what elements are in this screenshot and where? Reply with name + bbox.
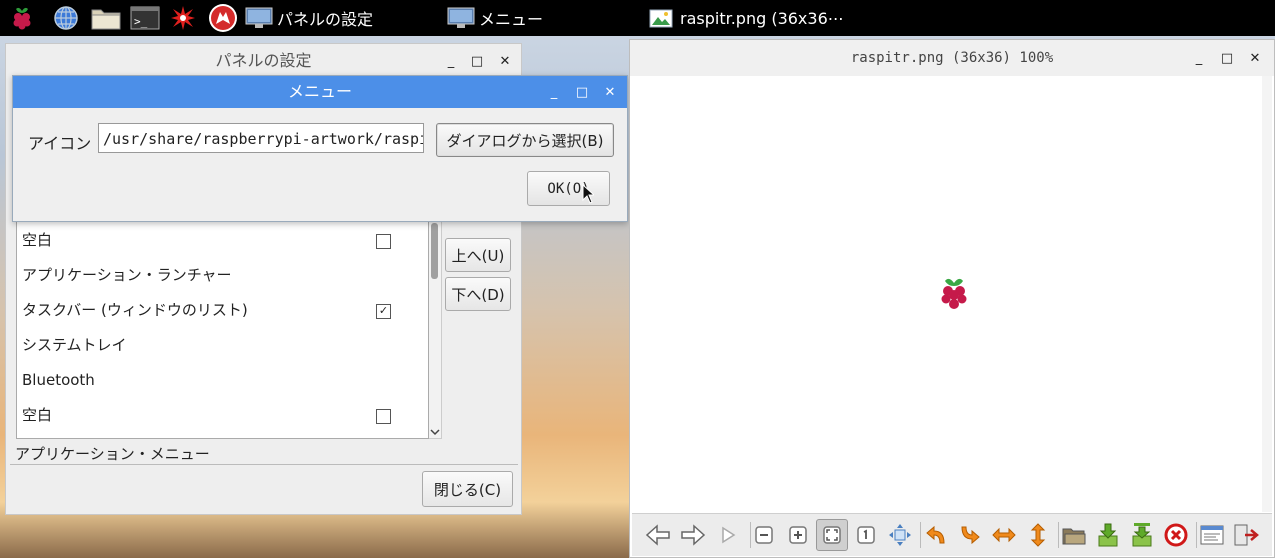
quit-icon[interactable] — [1230, 519, 1262, 551]
minimize-icon: _ — [550, 84, 558, 100]
minimize-button[interactable]: _ — [544, 82, 564, 102]
window-title: raspitr.png (36x36) 100% — [630, 40, 1274, 76]
icon-field-label: アイコン — [28, 134, 92, 153]
move-up-button[interactable]: 上へ(U) — [445, 238, 511, 272]
chevron-down-icon[interactable] — [430, 428, 440, 436]
open-file-icon[interactable] — [1058, 519, 1090, 551]
task-menu[interactable]: メニュー — [447, 3, 543, 33]
item-label: 空白 — [22, 406, 53, 424]
button-label: 上へ(U) — [451, 246, 505, 265]
close-window-button[interactable]: ✕ — [495, 51, 515, 71]
maximize-button[interactable]: □ — [467, 51, 487, 71]
item-label: 空白 — [22, 231, 53, 249]
back-icon[interactable] — [642, 519, 674, 551]
maximize-icon: □ — [470, 53, 484, 69]
fullscreen-icon[interactable] — [884, 519, 916, 551]
close-icon: ✕ — [604, 84, 616, 100]
item-label: タスクバー (ウィンドウのリスト) — [22, 301, 248, 319]
list-item[interactable]: システムトレイ — [22, 328, 127, 363]
close-icon: ✕ — [1249, 50, 1261, 66]
save-icon[interactable] — [1092, 519, 1124, 551]
flip-vertical-icon[interactable] — [1022, 519, 1054, 551]
monitor-icon — [245, 7, 273, 28]
list-item[interactable]: アプリケーション・ランチャー — [22, 258, 232, 293]
list-item[interactable]: 空白 — [22, 223, 52, 258]
dialog-titlebar: メニュー _ □ ✕ — [13, 76, 627, 108]
divider — [10, 464, 518, 465]
list-item[interactable]: Bluetooth — [22, 363, 95, 398]
task-label: メニュー — [479, 10, 544, 29]
svg-text:>_: >_ — [134, 15, 148, 28]
maximize-button[interactable]: □ — [572, 82, 592, 102]
forward-icon[interactable] — [677, 519, 709, 551]
zoom-out-icon[interactable] — [748, 519, 780, 551]
terminal-icon[interactable]: >_ — [129, 4, 161, 32]
dialog-title: メニュー — [287, 82, 352, 101]
image-canvas[interactable] — [632, 76, 1262, 512]
selected-plugin-label: アプリケーション・メニュー — [15, 445, 210, 463]
mouse-cursor-icon — [582, 184, 594, 204]
minimize-button[interactable]: _ — [1189, 48, 1209, 68]
minimize-icon: _ — [447, 53, 455, 69]
minimize-icon: _ — [1195, 50, 1203, 66]
viewer-toolbar — [632, 513, 1272, 556]
raspberry-menu-icon[interactable] — [8, 4, 36, 32]
rotate-right-icon[interactable] — [954, 519, 986, 551]
task-label: パネルの設定 — [277, 10, 374, 29]
ok-button[interactable]: OK(O) — [527, 171, 610, 206]
close-button[interactable]: 閉じる(C) — [422, 471, 513, 507]
maximize-button[interactable]: □ — [1217, 48, 1237, 68]
menu-dialog: メニュー _ □ ✕ アイコン /usr/share/raspberrypi-a… — [12, 75, 628, 222]
minimize-button[interactable]: _ — [441, 51, 461, 71]
zoom-fit-icon[interactable] — [816, 519, 848, 551]
vertical-scrollbar[interactable] — [1262, 76, 1272, 512]
item-label: システムトレイ — [22, 336, 127, 354]
wolfram-icon[interactable] — [208, 3, 238, 33]
close-window-button[interactable]: ✕ — [600, 82, 620, 102]
task-image-viewer[interactable]: raspitr.png (36x36⋯ — [648, 3, 844, 33]
check-mark-icon: ✓ — [378, 304, 389, 317]
button-label: 閉じる(C) — [433, 480, 502, 499]
web-browser-icon[interactable] — [52, 4, 80, 32]
button-label: 下へ(D) — [451, 285, 505, 304]
task-panel-settings[interactable]: パネルの設定 — [245, 3, 373, 33]
list-item[interactable]: 空白 — [22, 398, 52, 433]
zoom-original-icon[interactable] — [850, 519, 882, 551]
item-checkbox-checked[interactable]: ✓ — [376, 304, 391, 319]
save-as-icon[interactable] — [1126, 519, 1158, 551]
preferences-icon[interactable] — [1196, 519, 1228, 551]
image-viewer-window: raspitr.png (36x36) 100% _ □ ✕ — [629, 39, 1275, 558]
item-checkbox[interactable] — [376, 234, 391, 249]
maximize-icon: □ — [1220, 50, 1234, 66]
list-item[interactable]: タスクバー (ウィンドウのリスト) — [22, 293, 248, 328]
item-checkbox[interactable] — [376, 409, 391, 424]
item-label: Bluetooth — [22, 371, 95, 389]
close-icon: ✕ — [499, 53, 511, 69]
zoom-in-icon[interactable] — [782, 519, 814, 551]
burst-app-icon[interactable] — [169, 4, 197, 32]
flip-horizontal-icon[interactable] — [988, 519, 1020, 551]
maximize-icon: □ — [575, 84, 589, 100]
scrollbar-thumb[interactable] — [431, 223, 438, 279]
image-file-icon — [649, 9, 673, 28]
task-label: raspitr.png (36x36⋯ — [680, 8, 844, 28]
delete-icon[interactable] — [1160, 519, 1192, 551]
button-label: ダイアログから選択(B) — [446, 131, 604, 150]
plugin-list[interactable]: 空白 アプリケーション・ランチャー タスクバー (ウィンドウのリスト) ✓ シス… — [16, 218, 429, 439]
file-manager-icon[interactable] — [90, 4, 122, 32]
select-from-dialog-button[interactable]: ダイアログから選択(B) — [436, 123, 614, 157]
item-label: アプリケーション・ランチャー — [22, 266, 232, 284]
close-window-button[interactable]: ✕ — [1245, 48, 1265, 68]
play-icon[interactable] — [712, 519, 744, 551]
move-down-button[interactable]: 下へ(D) — [445, 277, 511, 311]
monitor-icon — [447, 7, 475, 28]
rotate-left-icon[interactable] — [920, 519, 952, 551]
taskbar: >_ パネルの設定 メニュー raspitr.png (36x36⋯ — [0, 0, 1275, 36]
raspberry-pi-logo-image — [941, 278, 967, 309]
icon-path-input[interactable]: /usr/share/raspberrypi-artwork/raspitr.p… — [98, 123, 424, 153]
list-scrollbar[interactable] — [429, 218, 442, 439]
